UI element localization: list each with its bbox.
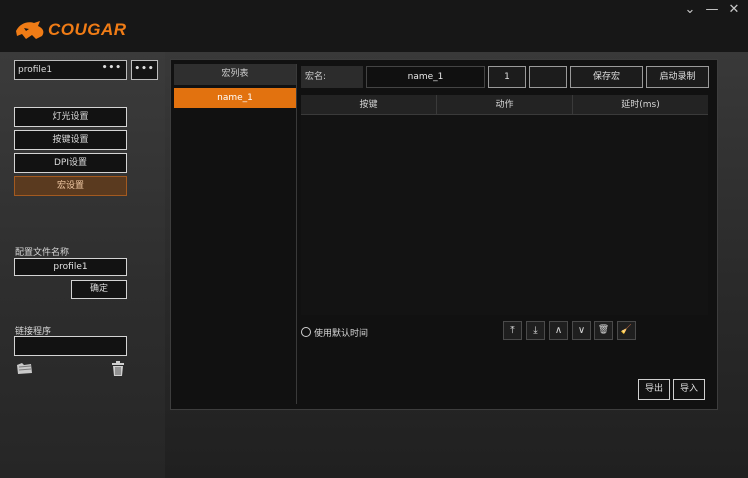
profile-select-dots: ••• bbox=[101, 63, 122, 73]
profile-select-value: profile1 bbox=[18, 65, 53, 75]
column-key: 按键 bbox=[301, 95, 437, 115]
column-delay: 延时(ms) bbox=[621, 100, 660, 110]
profile-name-label: 配置文件名称 bbox=[15, 248, 70, 258]
macro-list-header: 宏列表 bbox=[174, 64, 296, 85]
link-program-input[interactable] bbox=[14, 336, 127, 356]
macro-blank-button[interactable] bbox=[529, 66, 567, 88]
nav-key-settings[interactable]: 按键设置 bbox=[14, 130, 127, 150]
macro-count-field[interactable]: 1 bbox=[488, 66, 526, 88]
column-action: 动作 bbox=[437, 95, 573, 115]
move-up-icon[interactable]: ∧ bbox=[549, 321, 568, 340]
macro-table-header: 按键 动作 延时(ms) bbox=[301, 95, 708, 115]
move-bottom-icon[interactable]: ⤓ bbox=[526, 321, 545, 340]
move-down-icon[interactable]: ∨ bbox=[572, 321, 591, 340]
confirm-button[interactable]: 确定 bbox=[71, 280, 127, 299]
nav-lighting-settings[interactable]: 灯光设置 bbox=[14, 107, 127, 127]
import-button[interactable]: 导入 bbox=[673, 379, 705, 400]
cougar-logo: COUGAR bbox=[14, 17, 127, 43]
export-button[interactable]: 导出 bbox=[638, 379, 670, 400]
profile-name-input[interactable]: profile1 bbox=[14, 258, 127, 276]
macro-table-body[interactable] bbox=[301, 115, 708, 315]
profile-select[interactable]: profile1 ••• bbox=[14, 60, 127, 80]
minimize-icon[interactable]: — bbox=[704, 2, 720, 18]
trash-icon[interactable] bbox=[111, 361, 125, 379]
default-time-label: 使用默认时间 bbox=[314, 328, 369, 339]
macro-name-input[interactable]: name_1 bbox=[366, 66, 485, 88]
move-top-icon[interactable]: ⤒ bbox=[503, 321, 522, 340]
macro-list-item[interactable]: name_1 bbox=[174, 88, 296, 108]
folder-icon[interactable] bbox=[16, 360, 33, 379]
logo-text: COUGAR bbox=[48, 20, 127, 39]
nav-macro-settings[interactable]: 宏设置 bbox=[14, 176, 127, 196]
delete-icon[interactable]: 🗑 bbox=[594, 321, 613, 340]
close-icon[interactable]: ✕ bbox=[726, 2, 742, 18]
save-macro-button[interactable]: 保存宏 bbox=[570, 66, 643, 88]
default-time-radio[interactable] bbox=[301, 327, 311, 337]
default-time-option[interactable]: 使用默认时间 bbox=[301, 325, 368, 339]
nav-dpi-settings[interactable]: DPI设置 bbox=[14, 153, 127, 173]
chevron-down-icon[interactable]: ⌄ bbox=[682, 2, 698, 18]
cougar-head-icon bbox=[16, 21, 44, 39]
profile-more-button[interactable]: ••• bbox=[131, 60, 158, 80]
macro-name-label: 宏名: bbox=[301, 66, 363, 88]
title-bar: COUGAR ⌄ — ✕ bbox=[0, 0, 748, 52]
start-record-button[interactable]: 启动录制 bbox=[646, 66, 709, 88]
list-divider bbox=[296, 64, 297, 404]
clear-icon[interactable]: 🧹 bbox=[617, 321, 636, 340]
